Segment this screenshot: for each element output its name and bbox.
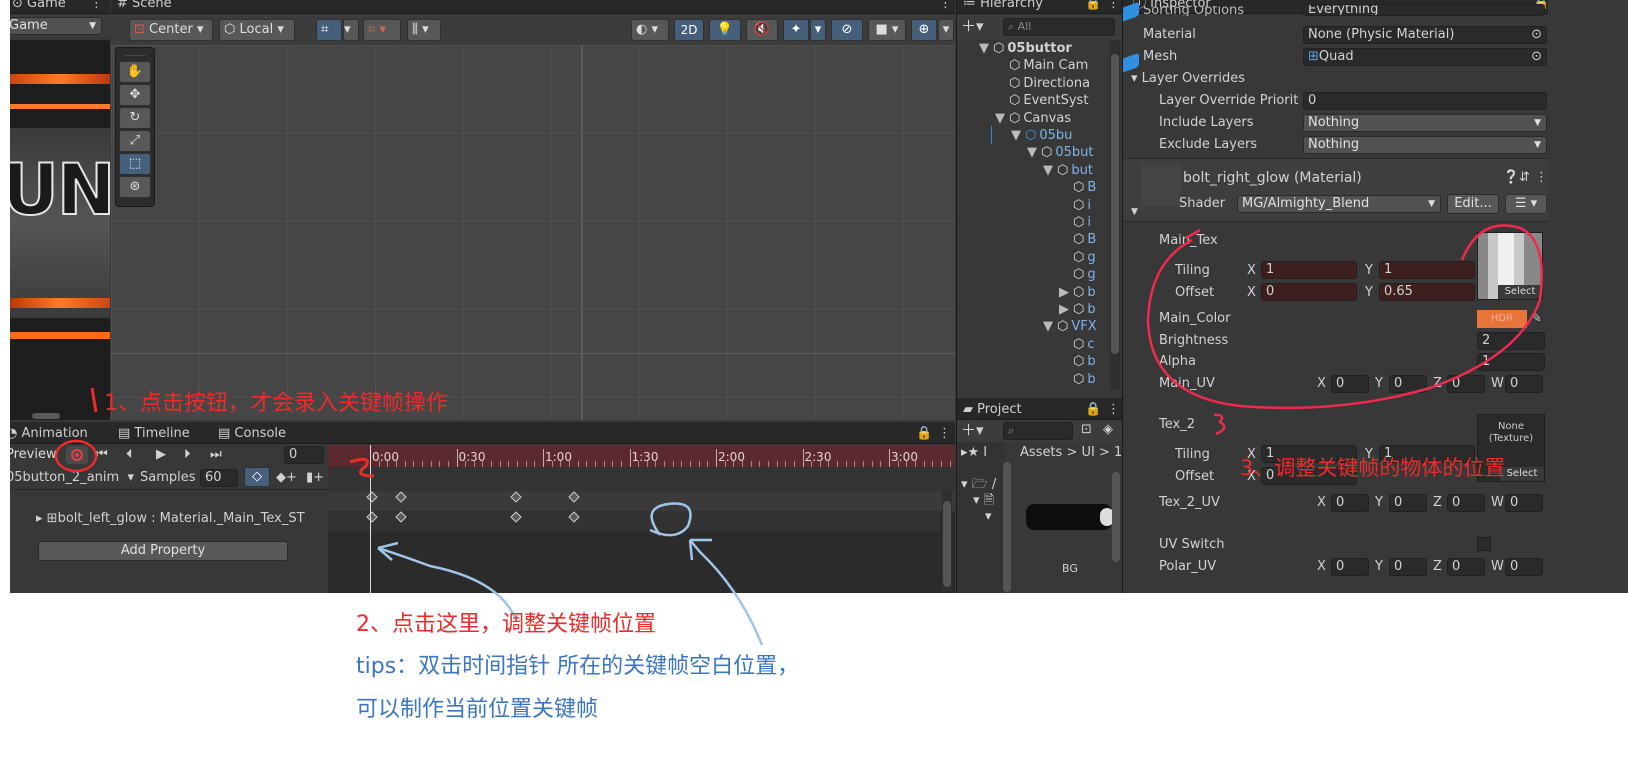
annotation-stroke (1185, 228, 1201, 240)
annotation-numeral-2 (349, 457, 375, 478)
annotation-tips-line1: tips：双击时间指针 所在的关键帧空白位置， (356, 654, 800, 679)
annotation-step3: 3、调整关键帧的物体的位置 (1240, 456, 1506, 480)
annotation-step1: 1、点击按钮，才会录入关键帧操作 (104, 391, 448, 416)
annotation-arrow (688, 538, 764, 646)
annotation-tips-line2: 可以制作当前位置关键帧 (356, 697, 599, 722)
annotation-numeral-1 (90, 387, 98, 413)
annotation-numeral-3 (1213, 413, 1226, 436)
annotation-arrow (377, 546, 518, 621)
annotation-circle-empty (649, 502, 692, 537)
annotation-circle-record (54, 439, 98, 473)
annotation-step2: 2、点击这里，调整关键帧位置 (356, 612, 656, 637)
annotation-circle-main-tex (1146, 224, 1544, 410)
annotation-strokes (54, 224, 1544, 646)
